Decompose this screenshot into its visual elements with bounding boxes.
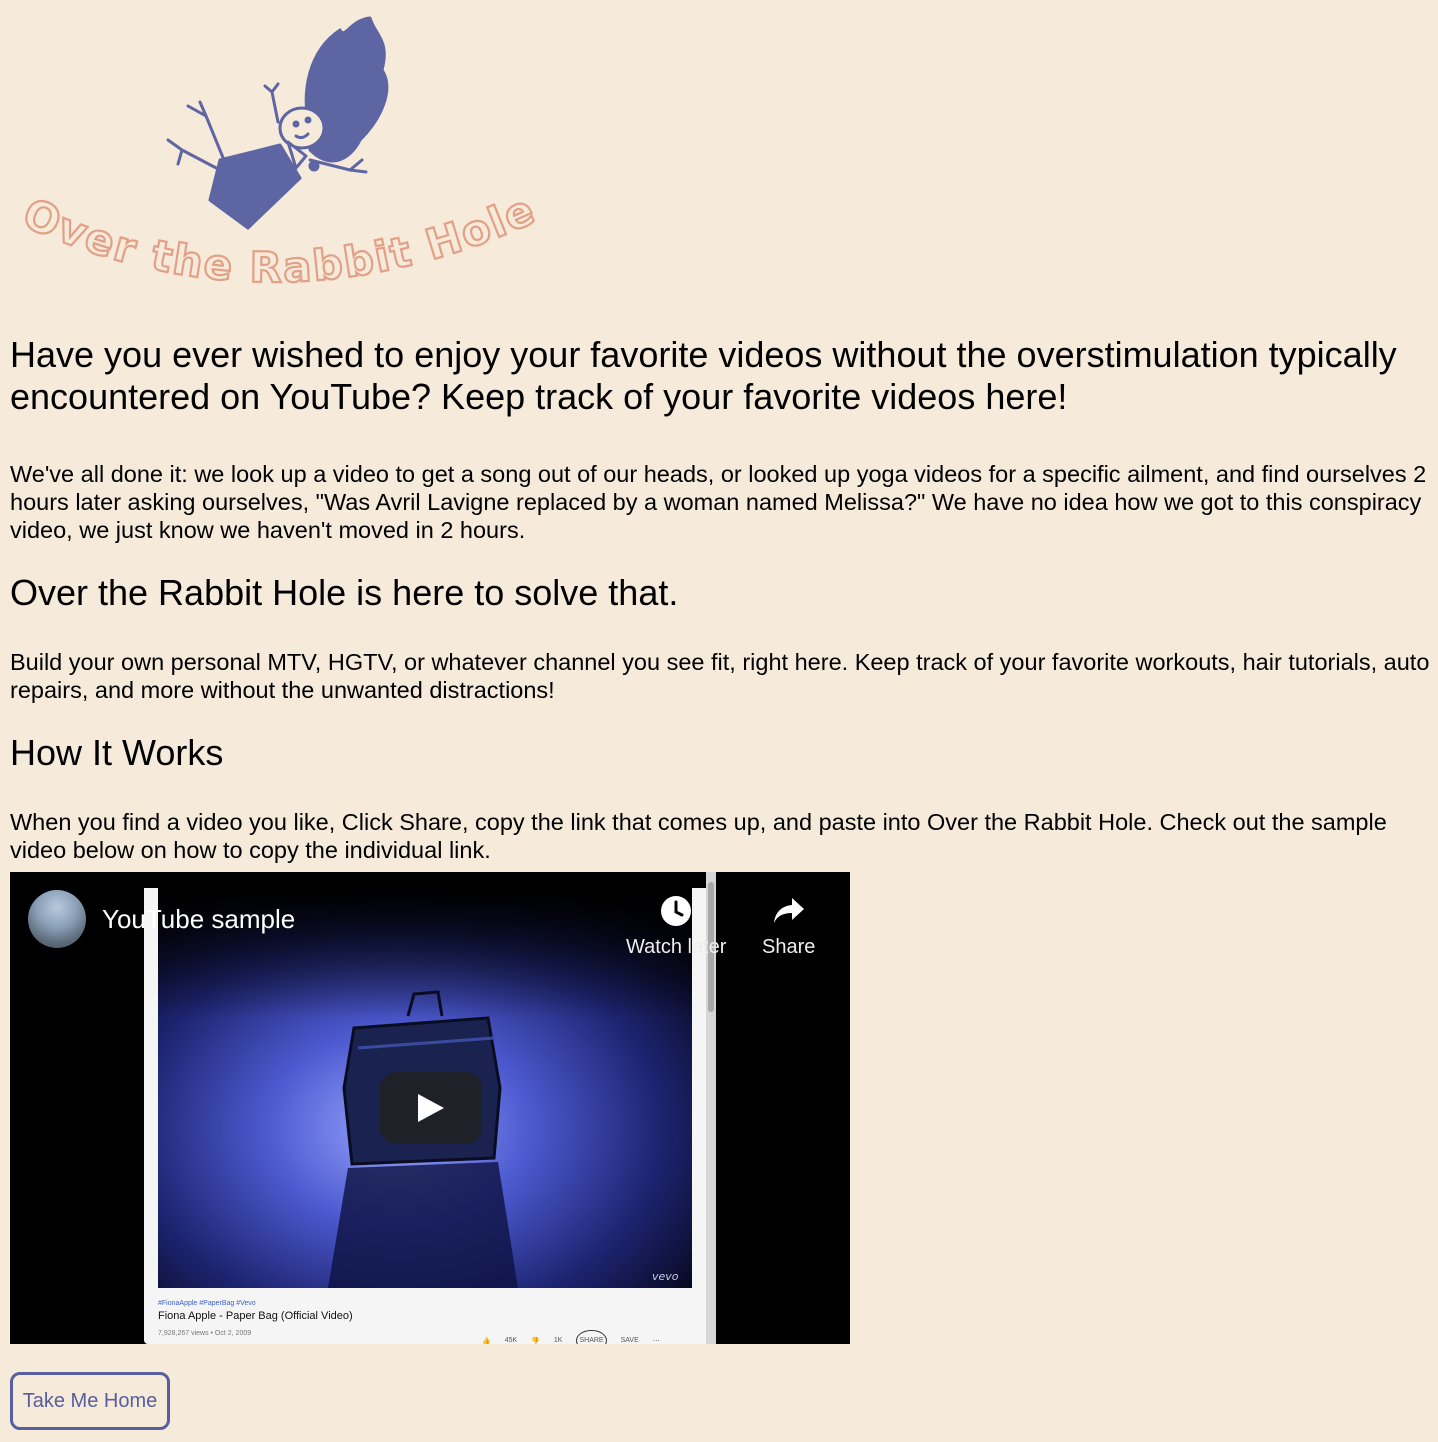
- thumbs-down-icon: 👎: [531, 1337, 540, 1345]
- more-icon: ⋯: [652, 1337, 660, 1345]
- dislikes-count: 1K: [553, 1337, 563, 1344]
- how-it-works-paragraph: When you find a video you like, Click Sh…: [10, 809, 1387, 863]
- play-icon: [418, 1094, 444, 1122]
- solve-paragraph: Build your own personal MTV, HGTV, or wh…: [10, 649, 1430, 703]
- save-label: SAVE: [620, 1337, 639, 1344]
- main-content: Have you ever wished to enjoy your favor…: [10, 334, 1430, 892]
- inner-video-tags: #FionaApple #PaperBag #Vevo: [158, 1300, 256, 1307]
- youtube-embed-player[interactable]: vevo #FionaApple #PaperBag #Vevo Fiona A…: [10, 872, 850, 1344]
- falling-alice-illustration: [166, 16, 389, 230]
- channel-avatar[interactable]: [28, 890, 86, 948]
- how-it-works-heading: How It Works: [10, 732, 224, 773]
- take-me-home-button[interactable]: Take Me Home: [10, 1372, 170, 1430]
- intro-paragraph: We've all done it: we look up a video to…: [10, 461, 1427, 543]
- clock-icon: [660, 892, 692, 930]
- share-circle-label: SHARE: [576, 1330, 607, 1344]
- page-headline: Have you ever wished to enjoy your favor…: [10, 334, 1397, 417]
- inner-video-actions: 👍 45K 👎 1K SHARE SAVE ⋯: [482, 1330, 660, 1344]
- likes-count: 45K: [504, 1337, 518, 1344]
- share-button[interactable]: Share: [762, 892, 815, 959]
- share-label: Share: [762, 936, 816, 958]
- video-title[interactable]: YouTube sample: [102, 904, 295, 935]
- share-arrow-icon: [772, 892, 806, 930]
- thumbs-up-icon: 👍: [482, 1337, 491, 1345]
- play-button[interactable]: [380, 1072, 482, 1144]
- vevo-watermark: vevo: [652, 1270, 679, 1283]
- inner-video-views: 7,928,267 views • Oct 2, 2009: [158, 1330, 252, 1337]
- inner-video-title: Fiona Apple - Paper Bag (Official Video): [158, 1310, 353, 1322]
- watch-later-button[interactable]: Watch later: [626, 892, 726, 959]
- site-logo: Over the Rabbit Hole: [10, 10, 540, 300]
- watch-later-label: Watch later: [626, 936, 727, 958]
- video-title-bar[interactable]: YouTube sample: [28, 890, 295, 948]
- solve-heading: Over the Rabbit Hole is here to solve th…: [10, 572, 679, 613]
